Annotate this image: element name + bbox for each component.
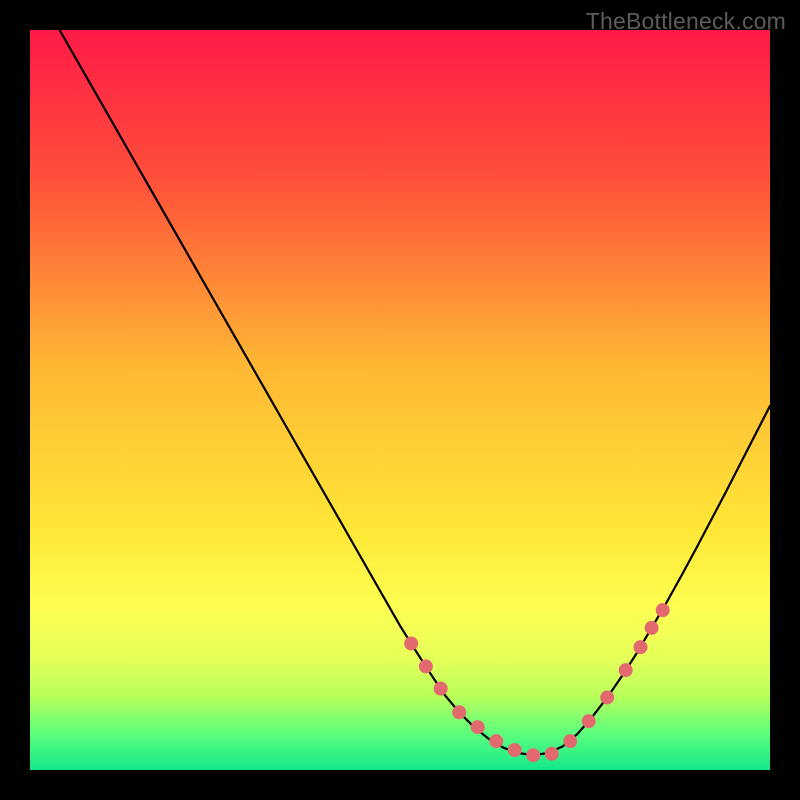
plot-area bbox=[30, 30, 770, 770]
chart-container: TheBottleneck.com bbox=[0, 0, 800, 800]
chart-svg bbox=[30, 30, 770, 770]
